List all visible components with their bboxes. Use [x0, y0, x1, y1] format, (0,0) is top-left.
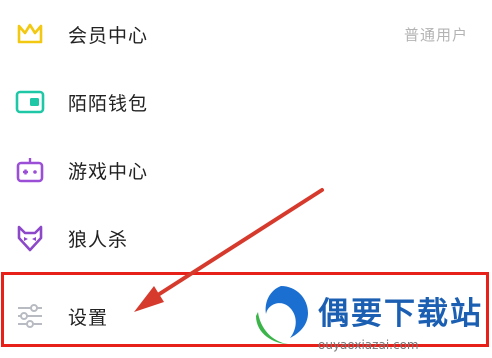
menu-item-label: 设置: [68, 306, 109, 329]
menu-item-label: 陌陌钱包: [68, 92, 149, 115]
menu-item-wallet[interactable]: 陌陌钱包: [0, 68, 492, 136]
sliders-icon: [13, 299, 47, 333]
menu-item-vip-center[interactable]: 会员中心 普通用户: [0, 0, 492, 68]
crown-icon: [13, 17, 47, 51]
watermark-url: ouyaoxiazai.com: [318, 338, 419, 352]
menu-item-label: 狼人杀: [68, 228, 129, 251]
wallet-icon: [13, 85, 47, 119]
menu-item-label: 游戏中心: [68, 160, 149, 183]
menu-item-game-center[interactable]: 游戏中心: [0, 136, 492, 204]
watermark: 偶要下载站 ouyaoxiazai.com: [246, 280, 492, 358]
watermark-brand: 偶要下载站: [318, 296, 483, 332]
watermark-logo-icon: [256, 286, 308, 344]
gamepad-icon: [13, 153, 47, 187]
menu-item-werewolf[interactable]: 狼人杀: [0, 204, 492, 272]
membership-status: 普通用户: [403, 25, 468, 44]
wolf-icon: [13, 221, 47, 255]
menu-item-label: 会员中心: [68, 24, 149, 47]
